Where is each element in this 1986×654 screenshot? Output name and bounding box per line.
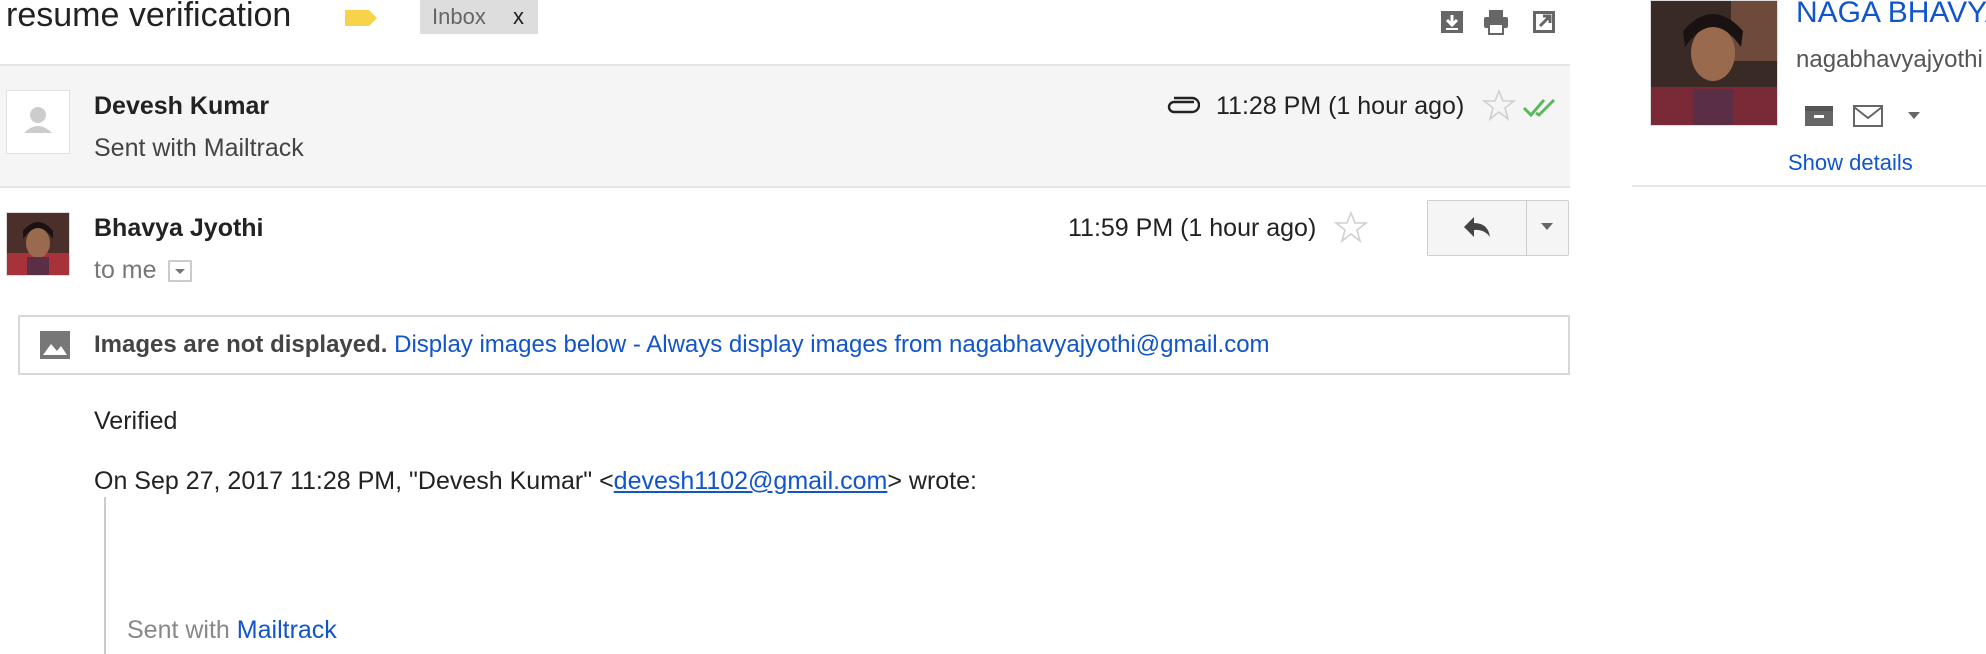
mailtrack-link[interactable]: Mailtrack [237,616,337,644]
inbox-label: Inbox [432,4,486,29]
quote-suffix: > wrote: [887,467,977,495]
more-actions-button[interactable] [1526,201,1568,255]
sender-name: Devesh Kumar [94,92,270,120]
star-icon[interactable] [1334,210,1368,244]
show-details-link[interactable]: Show details [1788,150,1913,176]
print-icon[interactable] [1482,8,1510,36]
details-dropdown-icon[interactable] [168,260,192,282]
read-receipt-check-icon [1522,98,1556,118]
message-time: 11:28 PM (1 hour ago) [1216,92,1465,120]
images-blocked-banner: Images are not displayed. Display images… [18,315,1570,375]
quoted-email-link[interactable]: devesh1102@gmail.com [614,467,888,495]
image-icon [40,331,70,359]
thread-subject: resume verification [6,0,292,34]
download-icon[interactable] [1438,8,1466,36]
remove-label-button[interactable]: x [513,0,524,34]
email-icon[interactable] [1852,104,1884,128]
chevron-down-icon[interactable] [1906,110,1922,122]
always-display-images-link[interactable]: Always display images from nagabhavyajyo… [646,331,1269,358]
reply-button-group [1427,200,1569,256]
new-window-icon[interactable] [1530,8,1558,36]
message-time: 11:59 PM (1 hour ago) [1068,214,1317,242]
message-body-text: Verified [94,407,178,435]
images-blocked-text: Images are not displayed. [94,331,388,358]
sender-avatar [6,212,70,276]
side-panel-divider [1632,185,1986,187]
inbox-label-chip: Inbox x [420,0,538,34]
attachment-icon [1167,96,1200,114]
message-snippet: Sent with Mailtrack [94,134,304,162]
recipient-line: to me [94,256,157,284]
contact-name[interactable]: NAGA BHAVYA [1796,0,1986,30]
quote-prefix: On Sep 27, 2017 11:28 PM, "Devesh Kumar"… [94,467,614,495]
default-avatar-icon [6,90,70,154]
collapsed-message[interactable] [0,66,1570,188]
contact-email: nagabhavyajyothi [1796,46,1983,73]
signature-sent-with: Sent with [127,616,230,644]
archive-icon[interactable] [1804,104,1834,128]
display-images-link[interactable]: Display images below [394,331,626,358]
chevron-down-icon [1541,223,1553,230]
label-tag-icon[interactable] [343,8,379,28]
reply-icon [1464,217,1490,237]
quote-bar [104,497,106,654]
quote-attribution: On Sep 27, 2017 11:28 PM, "Devesh Kumar"… [94,467,977,496]
contact-photo [1650,0,1778,126]
star-icon[interactable] [1482,88,1516,122]
signature: Sent with Mailtrack [127,616,337,645]
sender-name: Bhavya Jyothi [94,214,264,242]
banner-separator: - [632,331,641,358]
reply-button[interactable] [1428,201,1527,255]
